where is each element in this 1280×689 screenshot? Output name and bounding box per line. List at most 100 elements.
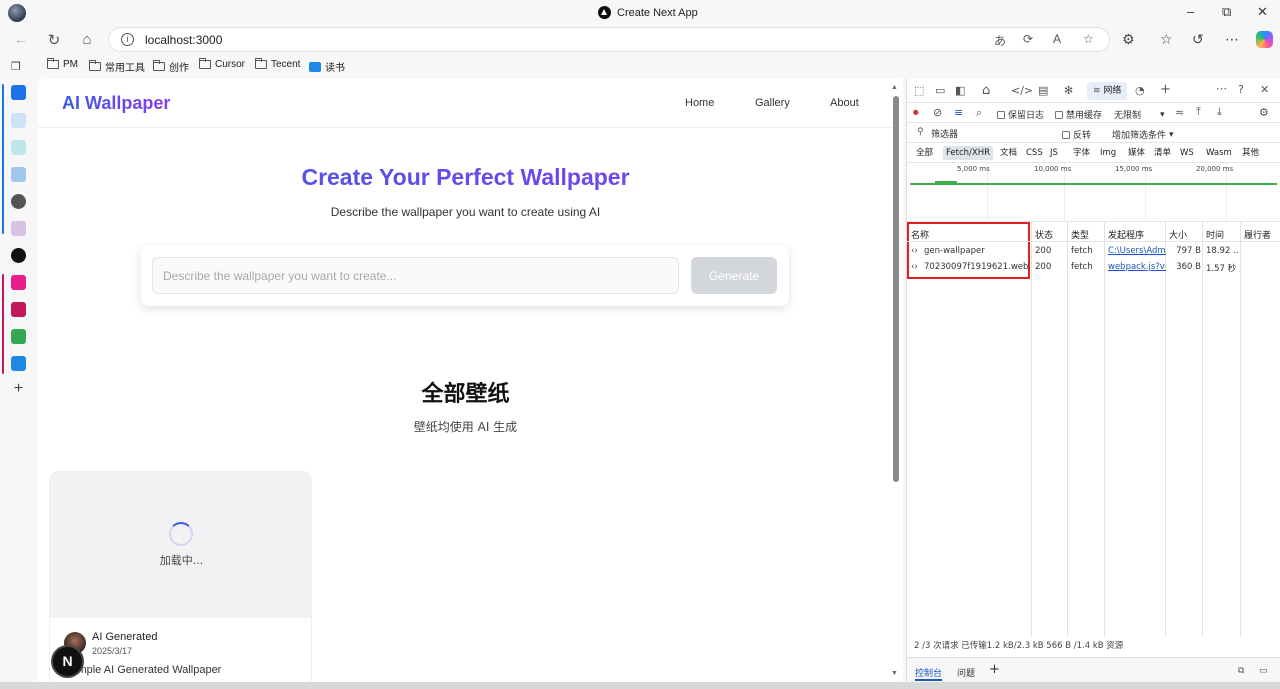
performance-icon[interactable]: ◔	[1135, 84, 1145, 97]
bookmark-reading[interactable]: 读书	[309, 59, 345, 74]
type-filter-0[interactable]: 全部	[913, 146, 936, 160]
help-icon[interactable]: ?	[1238, 83, 1244, 96]
nav-home-link[interactable]: Home	[685, 97, 714, 109]
column-header[interactable]: 履行者	[1244, 228, 1271, 241]
site-info-icon[interactable]: i	[121, 33, 134, 46]
type-filter-11[interactable]: 其他	[1239, 146, 1262, 160]
disable-cache-checkbox[interactable]: 禁用缓存	[1055, 108, 1102, 121]
site-brand[interactable]: AI Wallpaper	[62, 93, 170, 114]
tab-network[interactable]: ≋ 网络	[1087, 82, 1128, 100]
type-filter-9[interactable]: WS	[1177, 146, 1197, 160]
network-settings-icon[interactable]: ⚙	[1259, 106, 1269, 119]
drawer-dock-icon[interactable]: ⧉	[1238, 666, 1244, 676]
close-window-button[interactable]: ✕	[1257, 4, 1268, 20]
import-har-icon[interactable]: ⤒	[1196, 105, 1201, 119]
sidebar-app-icon[interactable]	[11, 221, 26, 236]
drawer-close-icon[interactable]: ▭	[1259, 666, 1268, 676]
favorites-icon[interactable]: ☆	[1160, 31, 1173, 48]
tab-actions-icon[interactable]: ❐	[11, 60, 21, 73]
url-text[interactable]: localhost:3000	[145, 33, 222, 47]
bookmark-create[interactable]: 创作	[153, 59, 189, 74]
cell-initiator[interactable]: webpack.js?v=	[1108, 262, 1166, 272]
bookmark-tools[interactable]: 常用工具	[89, 59, 145, 74]
drawer-add-tab-icon[interactable]: +	[989, 662, 1000, 677]
column-header[interactable]: 发起程序	[1108, 228, 1144, 241]
profile-avatar[interactable]	[8, 4, 26, 22]
nav-gallery-link[interactable]: Gallery	[755, 97, 790, 109]
back-icon[interactable]: ←	[11, 31, 31, 48]
invert-checkbox[interactable]: 反转	[1062, 128, 1091, 141]
bookmark-tecent[interactable]: Tecent	[255, 58, 300, 70]
close-devtools-icon[interactable]: ✕	[1260, 83, 1269, 96]
scroll-down-icon[interactable]: ▼	[891, 670, 898, 677]
type-filter-7[interactable]: 媒体	[1125, 146, 1148, 160]
copilot-icon[interactable]	[1256, 31, 1273, 48]
minimize-button[interactable]: –	[1187, 4, 1194, 19]
export-har-icon[interactable]: ⤓	[1217, 105, 1222, 119]
wallpaper-card[interactable]: 加载中... AI Generated 2025/3/17 Sample AI …	[49, 471, 312, 682]
type-filter-1[interactable]: Fetch/XHR	[943, 146, 994, 160]
add-tab-icon[interactable]: +	[1160, 82, 1171, 97]
elements-icon[interactable]: </>	[1011, 84, 1033, 97]
extensions-icon[interactable]: ⚙	[1122, 31, 1135, 48]
type-filter-6[interactable]: Img	[1097, 146, 1119, 160]
search-icon[interactable]: ⌕	[976, 106, 982, 120]
sidebar-app-icon[interactable]	[11, 113, 26, 128]
sidebar-app-icon[interactable]	[11, 167, 26, 182]
history-icon[interactable]: ↺	[1192, 31, 1204, 48]
filter-input[interactable]: 筛选器	[931, 127, 958, 140]
docs-icon[interactable]	[11, 356, 26, 371]
refresh-circle-icon[interactable]: ⟳	[1023, 32, 1033, 46]
url-field[interactable]: i localhost:3000 あ ⟳ A ☆	[108, 27, 1110, 52]
drawer-tab-issues[interactable]: 问题	[957, 666, 975, 679]
filter-toggle-icon[interactable]: ≡	[954, 106, 963, 119]
bookmark-pm[interactable]: PM	[47, 58, 78, 70]
column-header[interactable]: 类型	[1071, 228, 1089, 241]
network-conditions-icon[interactable]: ≈	[1175, 106, 1184, 119]
more-tabs-icon[interactable]: ⋯	[1216, 82, 1227, 95]
welcome-home-icon[interactable]: ⌂	[982, 83, 990, 98]
throttling-select[interactable]: 无限制 ▾	[1114, 108, 1165, 122]
translate-icon[interactable]: あ	[994, 32, 1006, 49]
column-header[interactable]: 名称	[911, 228, 929, 241]
restore-button[interactable]: ⧉	[1222, 4, 1231, 20]
column-header[interactable]: 状态	[1035, 228, 1053, 241]
favorite-star-icon[interactable]: ☆	[1083, 32, 1094, 46]
type-filter-5[interactable]: 字体	[1070, 146, 1093, 160]
more-menu-icon[interactable]: ⋯	[1225, 31, 1239, 48]
drawer-tab-console[interactable]: 控制台	[915, 666, 943, 681]
scrollbar-thumb[interactable]	[893, 96, 899, 482]
console-icon[interactable]: ▤	[1038, 84, 1048, 97]
type-filter-2[interactable]: 文档	[997, 146, 1020, 160]
column-header[interactable]: 大小	[1169, 228, 1187, 241]
type-filter-8[interactable]: 清单	[1151, 146, 1174, 160]
sidebar-app-icon[interactable]	[11, 302, 26, 317]
more-filters-dropdown[interactable]: 增加筛选条件 ▾	[1112, 128, 1174, 142]
nextjs-app-icon[interactable]	[11, 248, 26, 263]
refresh-icon[interactable]: ↻	[44, 31, 64, 49]
bookmark-cursor[interactable]: Cursor	[199, 58, 245, 70]
sheets-icon[interactable]	[11, 329, 26, 344]
add-app-icon[interactable]: +	[11, 381, 26, 397]
type-filter-4[interactable]: JS	[1047, 146, 1061, 160]
nextjs-dev-badge[interactable]: N	[53, 647, 82, 676]
scroll-up-icon[interactable]: ▲	[891, 84, 898, 91]
device-toolbar-icon[interactable]: ▭	[935, 84, 945, 97]
preserve-log-checkbox[interactable]: 保留日志	[997, 108, 1044, 121]
inspect-icon[interactable]: ⬚	[914, 84, 924, 97]
read-aloud-icon[interactable]: A	[1053, 32, 1061, 46]
sidebar-app-icon[interactable]	[11, 140, 26, 155]
sidebar-app-icon[interactable]	[11, 85, 26, 100]
page-scrollbar[interactable]: ▲ ▼	[889, 84, 901, 681]
github-icon[interactable]	[11, 194, 26, 209]
dock-icon[interactable]: ◧	[955, 84, 965, 97]
sidebar-app-icon[interactable]	[11, 275, 26, 290]
prompt-input[interactable]	[152, 257, 679, 294]
generate-button[interactable]: Generate	[691, 257, 777, 294]
sources-bug-icon[interactable]: ✻	[1064, 84, 1073, 97]
home-icon[interactable]: ⌂	[77, 31, 97, 48]
type-filter-10[interactable]: Wasm	[1203, 146, 1235, 160]
nav-about-link[interactable]: About	[830, 97, 859, 109]
record-icon[interactable]: ⏺	[913, 106, 919, 120]
type-filter-3[interactable]: CSS	[1023, 146, 1046, 160]
